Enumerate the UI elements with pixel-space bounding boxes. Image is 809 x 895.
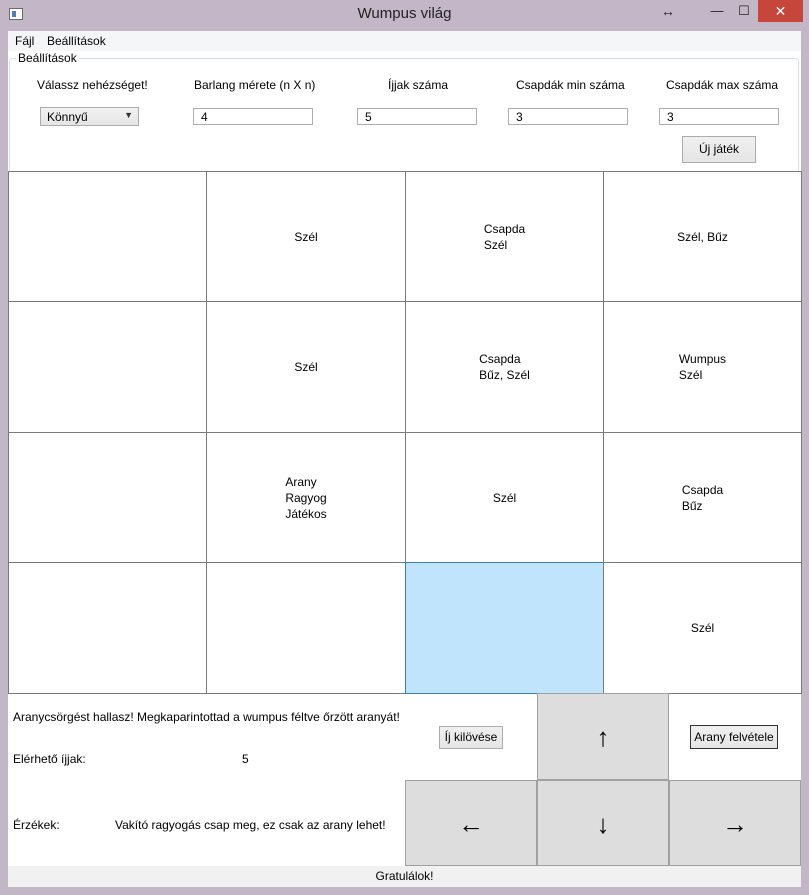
cave-cell-r1-c0[interactable] bbox=[8, 301, 207, 433]
shoot-arrow-button[interactable]: Íj kilövése bbox=[439, 726, 503, 749]
cell-percept-text: Játékos bbox=[285, 506, 327, 521]
cell-percept-text: Arany bbox=[285, 474, 317, 489]
cave-cell-r1-c3[interactable]: Wumpus Szél bbox=[603, 301, 802, 433]
cell-percept-text: Szél bbox=[294, 229, 318, 244]
cell-percepts bbox=[9, 563, 206, 693]
cave-cell-r0-c0[interactable] bbox=[8, 171, 207, 302]
cell-percepts: Arany Ragyog Játékos bbox=[207, 433, 405, 562]
pickup-gold-button[interactable]: Arany felvétele bbox=[690, 725, 778, 749]
cell-percepts: Wumpus Szél bbox=[604, 302, 801, 432]
cave-cell-r1-c1[interactable]: Szél bbox=[206, 301, 406, 433]
cell-percept-text: Wumpus bbox=[678, 352, 727, 366]
cell-percept-text: Szél bbox=[690, 621, 715, 635]
move-left-button[interactable]: ← bbox=[405, 780, 537, 866]
cell-percepts bbox=[406, 563, 603, 693]
cave-cell-r2-c2[interactable]: Szél bbox=[405, 432, 604, 563]
difficulty-value: Könnyű bbox=[47, 110, 88, 124]
senses-label: Érzékek: bbox=[13, 818, 60, 832]
arrow-left-icon: ← bbox=[458, 809, 484, 839]
cell-percepts: Szél bbox=[207, 172, 405, 301]
status-bar: Gratulálok! bbox=[8, 866, 801, 887]
arrows-available-label: Elérhető íjjak: bbox=[13, 752, 86, 766]
event-message: Aranycsörgést hallasz! Megkaparintottad … bbox=[13, 710, 400, 724]
traps-max-input[interactable]: 3 bbox=[659, 108, 779, 125]
cell-percept-text: Szél bbox=[492, 490, 517, 505]
title-bar: Wumpus világ ↔ — ☐ ✕ bbox=[0, 0, 809, 30]
cell-percept-text: Bűz bbox=[681, 498, 703, 513]
cave-cell-r0-c2[interactable]: Csapda Szél bbox=[405, 171, 604, 302]
cell-percepts: Szél bbox=[604, 563, 801, 693]
arrow-down-icon: ↓ bbox=[596, 809, 610, 839]
new-game-button[interactable]: Új játék bbox=[682, 136, 756, 163]
cell-percept-text: Ragyog bbox=[285, 490, 327, 505]
resize-icon[interactable]: ↔ bbox=[660, 0, 676, 22]
cell-percepts: Csapda Szél bbox=[406, 172, 603, 301]
arrows-count-label: Íjjak száma bbox=[388, 78, 449, 92]
close-button[interactable]: ✕ bbox=[758, 0, 803, 22]
cave-cell-r3-c3[interactable]: Szél bbox=[603, 562, 802, 694]
arrows-count-input[interactable]: 5 bbox=[357, 108, 477, 125]
cell-percepts: Szél, Bűz bbox=[604, 172, 801, 301]
traps-min-input[interactable]: 3 bbox=[508, 108, 628, 125]
cell-percept-text: Csapda bbox=[483, 221, 526, 236]
cave-grid: Szél Csapda Szél Szél, Bűz Szél Csapda Bűz, Sz… bbox=[8, 171, 802, 694]
arrow-right-icon: → bbox=[722, 809, 748, 839]
difficulty-select[interactable]: Könnyű ▼ bbox=[40, 107, 139, 126]
cell-percepts: Szél bbox=[406, 433, 603, 562]
cell-percepts bbox=[9, 433, 206, 562]
cell-percept-text: Bűz, Szél bbox=[479, 368, 530, 382]
move-up-button[interactable]: ↑ bbox=[537, 693, 669, 780]
cell-percept-text: Szél bbox=[678, 368, 703, 382]
cell-percepts: Szél bbox=[207, 302, 405, 432]
settings-group-title: Beállítások bbox=[16, 51, 79, 65]
cell-percepts: Csapda Bűz, Szél bbox=[406, 302, 603, 432]
menu-bar: Fájl Beállítások bbox=[8, 31, 801, 51]
minimize-button[interactable]: — bbox=[704, 0, 730, 22]
arrows-available-value: 5 bbox=[242, 752, 249, 766]
maximize-button[interactable]: ☐ bbox=[730, 0, 758, 22]
cave-size-input[interactable]: 4 bbox=[193, 108, 313, 125]
cave-cell-r3-c2[interactable] bbox=[405, 562, 604, 694]
cell-percepts bbox=[207, 563, 405, 693]
traps-min-label: Csapdák min száma bbox=[516, 78, 625, 92]
cave-cell-r3-c1[interactable] bbox=[206, 562, 406, 694]
cell-percept-text: Csapda bbox=[479, 352, 521, 366]
cave-cell-r2-c3[interactable]: Csapda Bűz bbox=[603, 432, 802, 563]
cell-percepts bbox=[9, 302, 206, 432]
cell-percept-text: Csapda bbox=[681, 482, 724, 497]
cave-cell-r2-c0[interactable] bbox=[8, 432, 207, 563]
menu-settings[interactable]: Beállítások bbox=[47, 34, 106, 48]
arrow-up-icon: ↑ bbox=[596, 722, 610, 752]
cave-cell-r0-c1[interactable]: Szél bbox=[206, 171, 406, 302]
client-area: Fájl Beállítások Beállítások Válassz neh… bbox=[8, 31, 802, 887]
cell-percept-text: Szél bbox=[294, 360, 318, 374]
move-down-button[interactable]: ↓ bbox=[537, 780, 669, 866]
cave-cell-r0-c3[interactable]: Szél, Bűz bbox=[603, 171, 802, 302]
menu-file[interactable]: Fájl bbox=[15, 34, 34, 48]
cave-cell-r3-c0[interactable] bbox=[8, 562, 207, 694]
traps-max-label: Csapdák max száma bbox=[666, 78, 779, 92]
window-title: Wumpus világ bbox=[357, 5, 452, 22]
cell-percept-text: Szél bbox=[483, 237, 508, 252]
cave-size-label: Barlang mérete (n X n) bbox=[194, 78, 316, 92]
cave-cell-r1-c2[interactable]: Csapda Bűz, Szél bbox=[405, 301, 604, 433]
cell-percepts bbox=[9, 172, 206, 301]
move-right-button[interactable]: → bbox=[669, 780, 801, 866]
app-window: Wumpus világ ↔ — ☐ ✕ Fájl Beállítások Be… bbox=[0, 0, 809, 895]
senses-value: Vakító ragyogás csap meg, ez csak az ara… bbox=[115, 818, 386, 832]
cell-percepts: Csapda Bűz bbox=[604, 433, 801, 562]
chevron-down-icon: ▼ bbox=[124, 110, 133, 120]
cell-percept-text: Szél, Bűz bbox=[677, 229, 728, 244]
cave-cell-r2-c1[interactable]: Arany Ragyog Játékos bbox=[206, 432, 406, 563]
difficulty-label: Válassz nehézséget! bbox=[37, 78, 148, 92]
